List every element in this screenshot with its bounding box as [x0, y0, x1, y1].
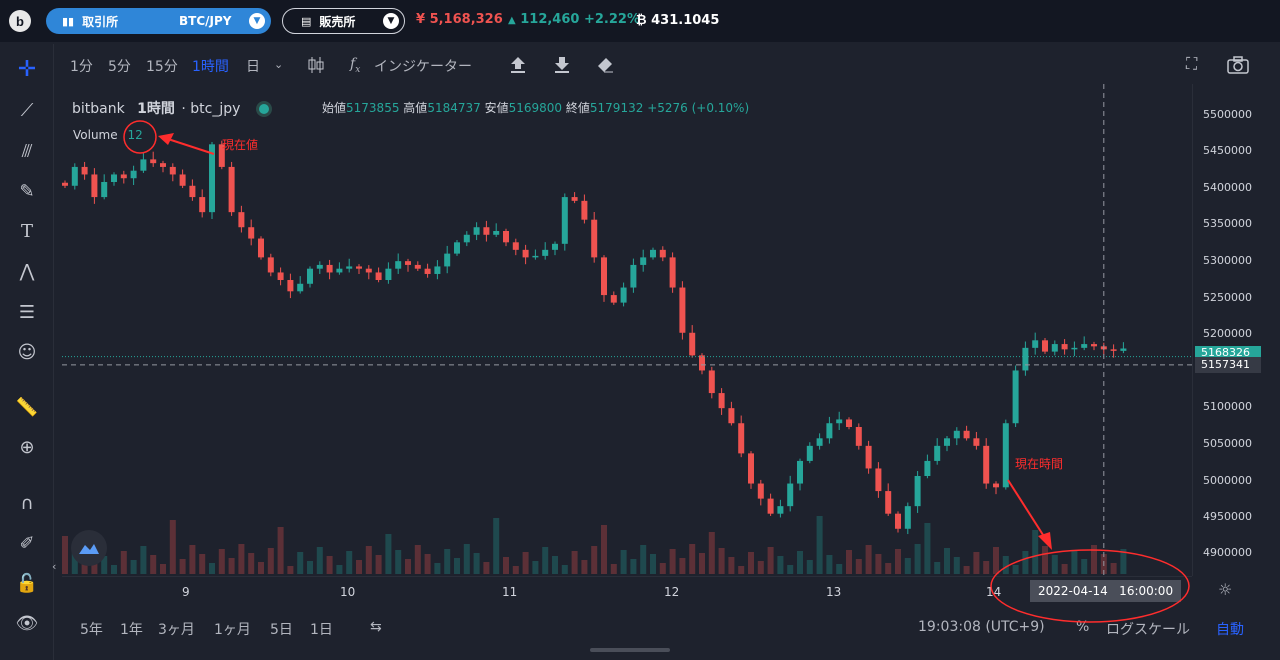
- current-time-arrowhead: [1038, 532, 1052, 550]
- annotation-current-value: 現在値: [222, 138, 259, 152]
- current-time-arrow: [1007, 479, 1046, 539]
- annotation-current-time: 現在時間: [1015, 457, 1064, 471]
- current-time-ellipse: [990, 549, 1190, 623]
- annotation-overlay: [123, 120, 1190, 623]
- current-value-arrowhead: [158, 133, 174, 145]
- current-value-circle: [123, 120, 157, 154]
- current-value-arrow: [167, 138, 215, 155]
